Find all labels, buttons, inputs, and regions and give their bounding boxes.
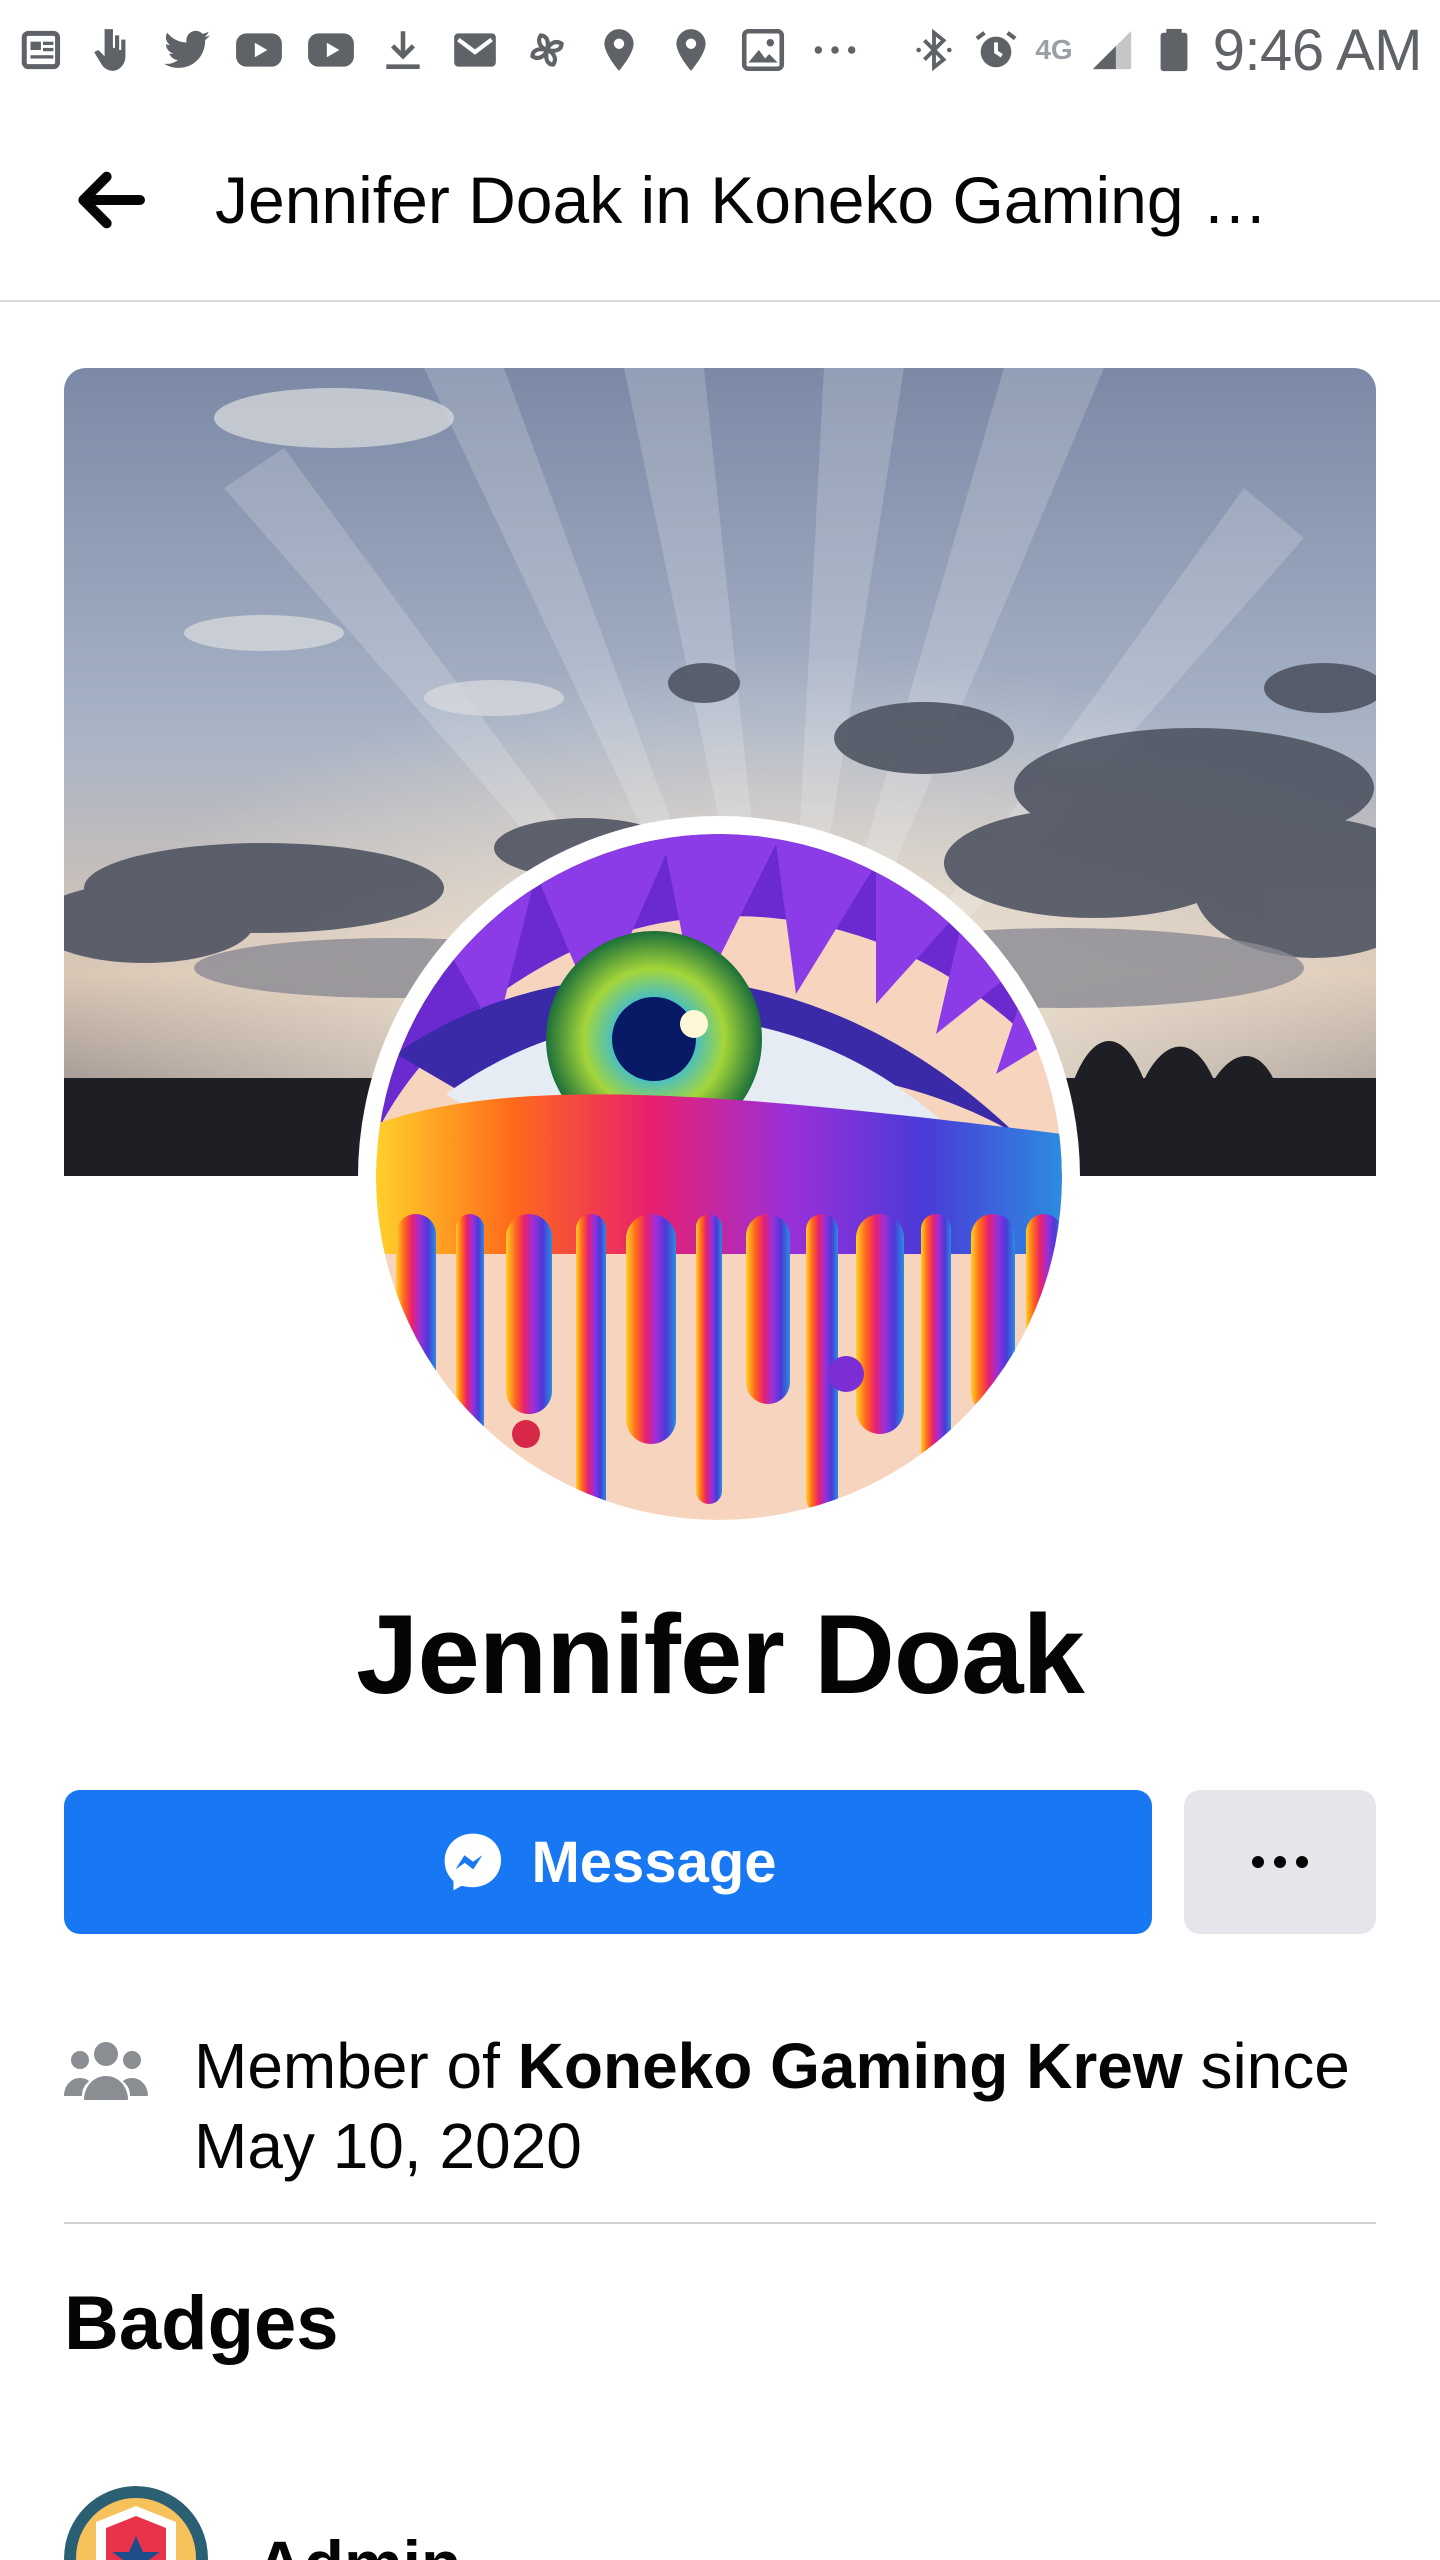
news-icon (21, 30, 61, 70)
rainbow-eye-avatar-image (376, 834, 1062, 1520)
image-icon (741, 28, 785, 72)
mail-icon (454, 33, 496, 67)
twitter-icon (164, 30, 210, 68)
hand-icon (94, 29, 126, 71)
more-options-button[interactable] (1184, 1790, 1376, 1934)
notification-icons (18, 25, 860, 75)
membership-text: Member of Koneko Gaming Krew since May 10… (194, 2026, 1374, 2186)
location-icon (676, 29, 706, 71)
group-members-icon (64, 2042, 148, 2100)
messenger-icon (445, 1833, 502, 1891)
download-icon (386, 31, 420, 69)
battery-icon (1160, 28, 1188, 72)
page-title: Jennifer Doak in Koneko Gaming Krew (215, 163, 1275, 237)
status-time: 9:46 AM (1212, 17, 1423, 83)
profile-name: Jennifer Doak (356, 1592, 1085, 1717)
status-bar: 4G 9:46 AM (0, 0, 1440, 100)
alarm-icon (975, 31, 1017, 68)
pinwheel-icon (530, 33, 564, 67)
youtube-icon (236, 33, 282, 67)
message-button[interactable]: Message (64, 1790, 1152, 1934)
bluetooth-icon (916, 28, 952, 72)
badges-heading: Badges (64, 2281, 339, 2366)
more-dots-icon (1252, 1856, 1308, 1868)
system-icons: 4G 9:46 AM (911, 17, 1423, 84)
location-icon (604, 29, 634, 71)
app-header: Jennifer Doak in Koneko Gaming Krew (0, 100, 1440, 302)
group-name-link[interactable]: Koneko Gaming Krew (518, 2030, 1183, 2102)
badge-label: Admin (256, 2526, 461, 2560)
membership-prefix: Member of (194, 2030, 518, 2102)
youtube-icon (308, 33, 354, 67)
badge-item[interactable]: Admin (64, 2486, 1376, 2560)
membership-since: since (1182, 2030, 1350, 2102)
network-type-label: 4G (1035, 34, 1073, 65)
signal-icon (1092, 30, 1131, 70)
admin-badge-icon (64, 2486, 208, 2560)
avatar[interactable] (358, 816, 1080, 1538)
arrow-left-icon (78, 171, 145, 229)
membership-date: May 10, 2020 (194, 2110, 582, 2182)
membership-info: Member of Koneko Gaming Krew since May 10… (64, 2026, 1376, 2186)
message-button-label: Message (531, 1829, 777, 1895)
back-button[interactable] (55, 145, 165, 255)
more-notifications-icon (814, 46, 856, 54)
section-divider (64, 2222, 1376, 2224)
